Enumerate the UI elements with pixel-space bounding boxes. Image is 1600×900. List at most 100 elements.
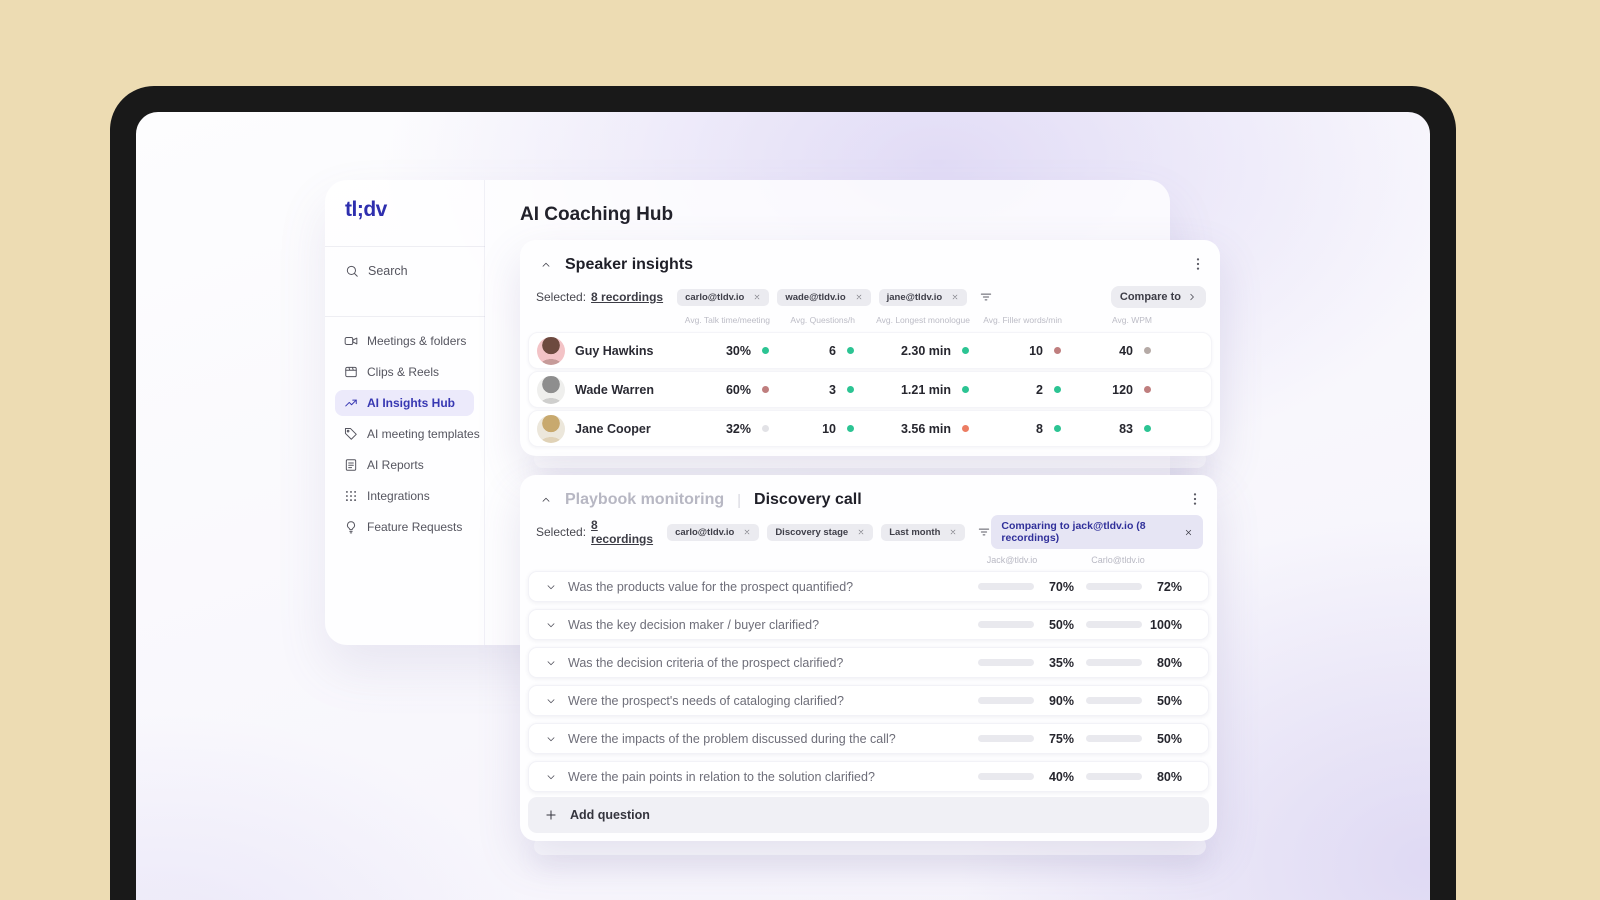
laptop-frame: tl;dv Search Meetings & folders Clips & R… (110, 86, 1456, 900)
progress-percentage: 80% (1156, 655, 1182, 670)
status-dot (1054, 386, 1061, 393)
collapse-chevron-up-icon[interactable] (540, 494, 552, 506)
status-dot (762, 347, 769, 354)
question-row[interactable]: Were the prospect's needs of cataloging … (528, 685, 1209, 716)
metric-value: 2 (1036, 382, 1043, 397)
progress-bar (978, 659, 1034, 666)
kebab-menu-icon[interactable] (1190, 256, 1206, 272)
sidebar-item-label: AI Insights Hub (367, 396, 455, 410)
progress-bar (1086, 659, 1142, 666)
status-dot (847, 347, 854, 354)
question-row[interactable]: Was the products value for the prospect … (528, 571, 1209, 602)
speaker-metric-cell: 10 (769, 422, 854, 436)
chevron-down-icon[interactable] (545, 771, 557, 783)
table-row[interactable]: Jane Cooper 32% 10 3.56 min 8 83 (528, 410, 1212, 447)
chevron-down-icon[interactable] (545, 619, 557, 631)
sidebar-item-feature-requests[interactable]: Feature Requests (335, 514, 474, 540)
sidebar-item-integrations[interactable]: Integrations (335, 483, 474, 509)
speaker-column-header: Avg. Filler words/min (983, 315, 1062, 325)
progress-bar (1086, 583, 1142, 590)
progress-percentage: 50% (1048, 617, 1074, 632)
speaker-panel-title: Speaker insights (565, 256, 694, 273)
close-icon[interactable] (951, 293, 959, 301)
add-question-button[interactable]: Add question (528, 797, 1209, 833)
question-row[interactable]: Were the impacts of the problem discusse… (528, 723, 1209, 754)
progress-percentage: 35% (1048, 655, 1074, 670)
speaker-metric-cell: 10 (969, 344, 1061, 358)
progress-percentage: 75% (1048, 731, 1074, 746)
filter-chip[interactable]: carlo@tldv.io (667, 523, 760, 541)
speaker-column-header: Avg. Talk time/meeting (684, 315, 770, 325)
filter-chip[interactable]: carlo@tldv.io (677, 288, 770, 306)
playbook-panel: Playbook monitoring | Discovery call Sel… (520, 475, 1217, 841)
filter-chip-label: wade@tldv.io (785, 291, 846, 303)
playbook-title: Discovery call (754, 491, 862, 508)
speaker-name: Wade Warren (575, 382, 654, 397)
kebab-menu-icon[interactable] (1187, 491, 1203, 507)
speaker-name: Guy Hawkins (575, 343, 654, 358)
sidebar-item-ai-insights-hub[interactable]: AI Insights Hub (335, 390, 474, 416)
table-row[interactable]: Guy Hawkins 30% 6 2.30 min 10 40 (528, 332, 1212, 369)
question-text: Was the key decision maker / buyer clari… (568, 617, 820, 632)
close-icon[interactable] (753, 293, 761, 301)
progress-percentage: 50% (1156, 693, 1182, 708)
search-input[interactable]: Search (345, 264, 408, 278)
speaker-table: Guy Hawkins 30% 6 2.30 min 10 40 Wade Warren 60… (528, 332, 1212, 449)
chevron-down-icon[interactable] (545, 657, 557, 669)
status-dot (962, 347, 969, 354)
progress-percentage: 80% (1156, 769, 1182, 784)
chevron-down-icon[interactable] (545, 733, 557, 745)
filter-chip-label: Last month (889, 526, 941, 538)
filter-chip[interactable]: wade@tldv.io (777, 288, 871, 306)
filter-chip[interactable]: Discovery stage (767, 523, 874, 541)
chevron-down-icon[interactable] (545, 695, 557, 707)
speaker-metric-cell: 32% (654, 422, 769, 436)
playbook-column-headers: Jack@tldv.io Carlo@tldv.io (520, 555, 1217, 567)
comparing-to-label: Comparing to jack@tldv.io (8 recordings) (1001, 520, 1146, 544)
question-row[interactable]: Were the pain points in relation to the … (528, 761, 1209, 792)
close-icon[interactable] (857, 528, 865, 536)
chevron-down-icon[interactable] (545, 581, 557, 593)
speaker-metric-cell: 40 (1061, 344, 1151, 358)
sidebar-item-label: AI Reports (367, 458, 424, 472)
status-dot (1144, 386, 1151, 393)
sidebar-nav: Meetings & folders Clips & Reels AI Insigh… (335, 328, 480, 540)
table-row[interactable]: Wade Warren 60% 3 1.21 min 2 120 (528, 371, 1212, 408)
avatar (537, 336, 565, 365)
status-dot (762, 386, 769, 393)
question-row[interactable]: Was the key decision maker / buyer clari… (528, 609, 1209, 640)
selected-recordings-link[interactable]: 8 recordings (591, 290, 663, 304)
filter-icon[interactable] (979, 290, 993, 304)
speaker-column-header: Avg. WPM (1112, 315, 1152, 325)
close-icon[interactable] (855, 293, 863, 301)
question-row[interactable]: Was the decision criteria of the prospec… (528, 647, 1209, 678)
comparing-to-badge: Comparing to jack@tldv.io (8 recordings) (991, 515, 1203, 549)
speaker-column-headers: Avg. Talk time/meeting Avg. Questions/h Av… (528, 314, 1212, 326)
sidebar-item-ai-reports[interactable]: AI Reports (335, 452, 474, 478)
filter-icon[interactable] (977, 525, 991, 539)
progress-percentage: 50% (1156, 731, 1182, 746)
progress-percentage: 70% (1048, 579, 1074, 594)
collapse-chevron-up-icon[interactable] (540, 259, 552, 271)
speaker-metric-cell: 3.56 min (854, 422, 969, 436)
close-icon[interactable] (1184, 528, 1193, 537)
close-icon[interactable] (949, 528, 957, 536)
selected-recordings-link[interactable]: 8 recordings (591, 518, 653, 546)
playbook-question-list: Was the products value for the prospect … (528, 571, 1209, 799)
tag-icon (344, 427, 358, 441)
compare-to-button[interactable]: Compare to (1110, 286, 1206, 308)
metric-value: 2.30 min (900, 343, 951, 358)
progress-percentage: 40% (1048, 769, 1074, 784)
video-camera-icon (344, 334, 358, 348)
filter-chip-label: jane@tldv.io (886, 291, 943, 303)
sidebar-item-meetings-folders[interactable]: Meetings & folders (335, 328, 474, 354)
metric-value: 10 (1029, 343, 1043, 358)
status-dot (1054, 347, 1061, 354)
filter-chip[interactable]: Last month (881, 523, 966, 541)
filter-chip[interactable]: jane@tldv.io (878, 288, 968, 306)
page-title: AI Coaching Hub (520, 204, 674, 225)
sidebar-item-clips-reels[interactable]: Clips & Reels (335, 359, 474, 385)
close-icon[interactable] (743, 528, 751, 536)
sidebar-item-ai-meeting-templates[interactable]: AI meeting templates (335, 421, 480, 447)
speaker-metric-cell: 1.21 min (854, 383, 969, 397)
